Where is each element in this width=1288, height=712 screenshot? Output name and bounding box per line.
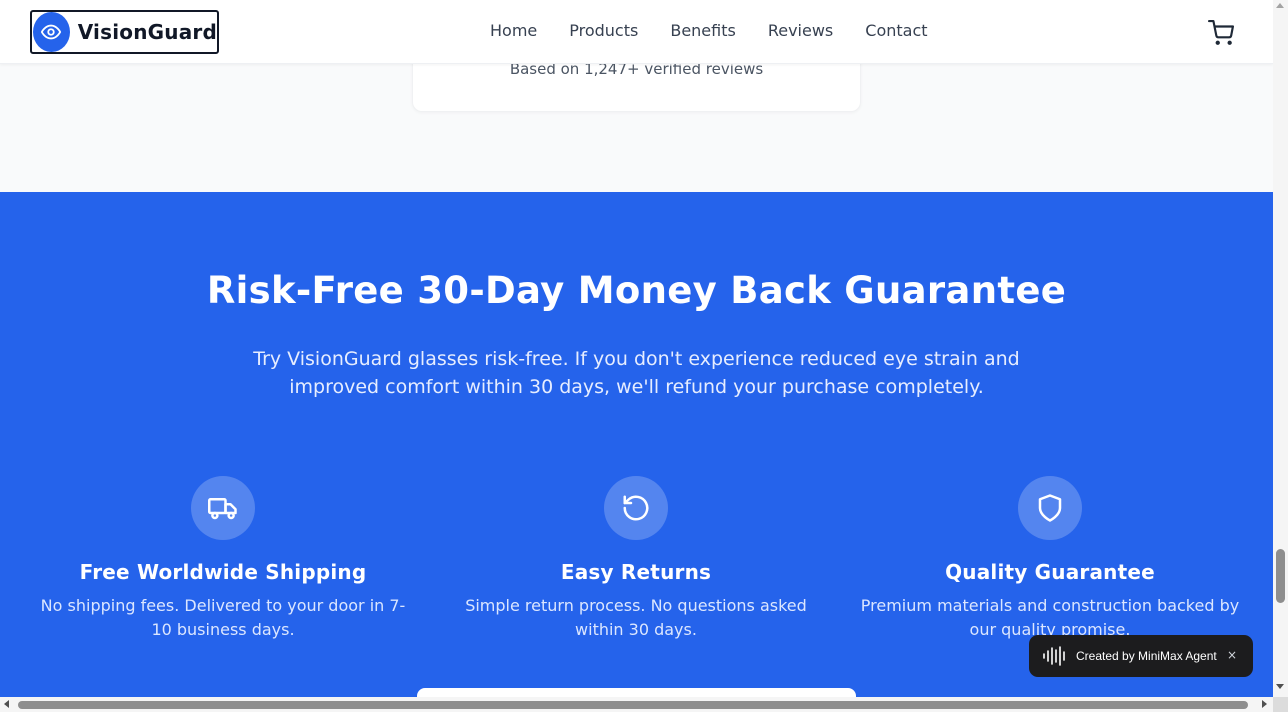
close-icon[interactable]: × [1227, 648, 1237, 662]
waveform-icon [1043, 646, 1065, 666]
guarantee-title: Risk-Free 30-Day Money Back Guarantee [206, 269, 1067, 312]
next-card [417, 688, 856, 697]
brand-name: VisionGuard [77, 20, 217, 44]
feature-title: Easy Returns [560, 560, 712, 584]
brand-logo[interactable]: VisionGuard [30, 10, 219, 54]
cart-icon[interactable] [1208, 20, 1234, 46]
main-nav: Home Products Benefits Reviews Contact [490, 21, 928, 40]
horizontal-scroll-thumb[interactable] [18, 701, 1248, 709]
rotate-icon [604, 476, 668, 540]
feature-description: Simple return process. No questions aske… [465, 596, 807, 639]
feature-returns: Easy Returns Simple return process. No q… [446, 476, 826, 642]
nav-contact[interactable]: Contact [865, 21, 927, 40]
feature-quality: Quality Guarantee Premium materials and … [860, 476, 1240, 642]
scrollbar-corner [1273, 697, 1288, 712]
nav-reviews[interactable]: Reviews [768, 21, 833, 40]
nav-home[interactable]: Home [490, 21, 537, 40]
feature-shipping: Free Worldwide Shipping No shipping fees… [33, 476, 413, 642]
truck-icon [191, 476, 255, 540]
badge-label: Created by MiniMax Agent [1076, 649, 1217, 663]
eye-icon [33, 12, 70, 52]
scroll-up-icon[interactable] [1276, 3, 1284, 8]
feature-title: Quality Guarantee [945, 560, 1155, 584]
vertical-scroll-thumb[interactable] [1276, 549, 1285, 603]
site-header: VisionGuard Home Products Benefits Revie… [0, 0, 1273, 64]
scroll-left-icon[interactable] [4, 700, 9, 708]
scroll-right-icon[interactable] [1262, 700, 1267, 708]
scroll-down-icon[interactable] [1276, 684, 1284, 689]
guarantee-description: Try VisionGuard glasses risk-free. If yo… [253, 348, 1020, 398]
feature-title: Free Worldwide Shipping [79, 560, 367, 584]
created-by-badge[interactable]: Created by MiniMax Agent × [1029, 635, 1253, 677]
guarantee-section: Risk-Free 30-Day Money Back Guarantee Tr… [0, 192, 1273, 697]
nav-benefits[interactable]: Benefits [670, 21, 736, 40]
feature-description: No shipping fees. Delivered to your door… [40, 596, 406, 639]
horizontal-scrollbar[interactable] [0, 697, 1273, 712]
shield-icon [1018, 476, 1082, 540]
page: VisionGuard Home Products Benefits Revie… [0, 0, 1273, 697]
vertical-scrollbar[interactable] [1273, 0, 1288, 697]
nav-products[interactable]: Products [569, 21, 638, 40]
